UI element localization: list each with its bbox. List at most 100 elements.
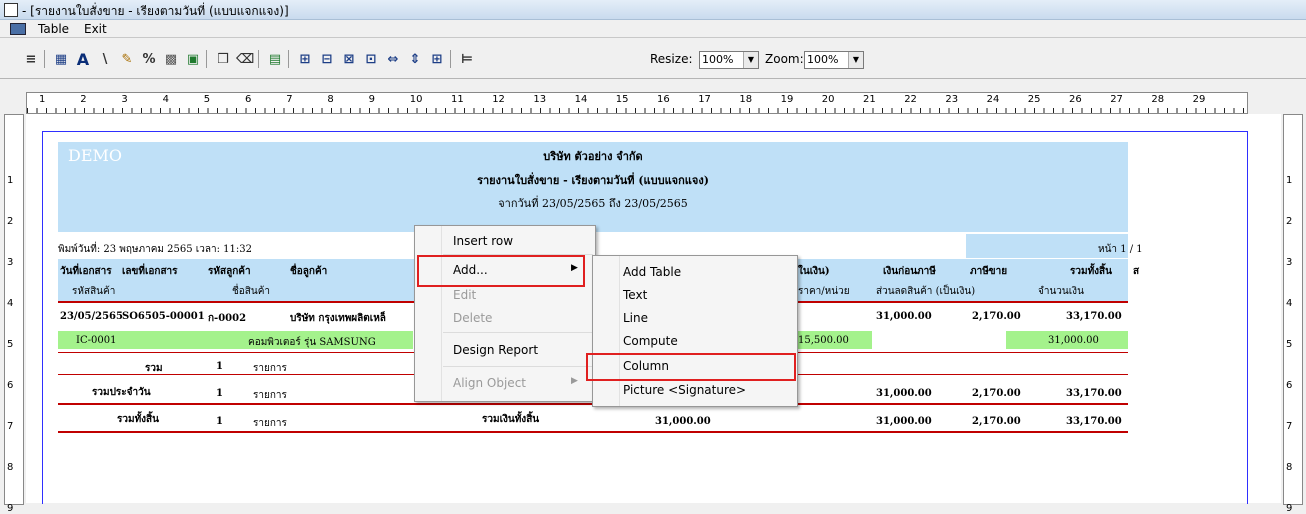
sum2-tax: 2,170.00 xyxy=(972,388,1021,399)
hdr-cust-code: รหัสลูกค้า xyxy=(208,266,251,277)
sum2-before-tax: 31,000.00 xyxy=(876,388,932,399)
sum3-total: 33,170.00 xyxy=(1066,416,1122,427)
zoom-select[interactable]: 100% ▼ xyxy=(804,51,864,69)
menu-delete[interactable]: Delete xyxy=(453,311,492,325)
sum2-label: รวมประจำวัน xyxy=(92,387,151,398)
text-icon[interactable]: A xyxy=(74,50,92,69)
ruler-number: 9 xyxy=(368,94,375,105)
menu-add-table[interactable]: Add Table xyxy=(623,265,681,279)
align-icon[interactable]: ≡ xyxy=(22,50,40,68)
ruler-number: 5 xyxy=(203,94,211,105)
ruler-number: 29 xyxy=(1192,94,1206,105)
ruler-number: 1 xyxy=(1286,175,1293,186)
ruler-number: 5 xyxy=(7,339,14,350)
table-icon[interactable]: ▦ xyxy=(52,50,70,68)
ruler-number: 6 xyxy=(7,380,14,391)
ruler-number: 18 xyxy=(739,94,753,105)
hdr-cust-name: ชื่อลูกค้า xyxy=(290,266,328,277)
sum3-tax: 2,170.00 xyxy=(972,416,1021,427)
hdr-unit-price: ราคา/หน่วย xyxy=(798,286,850,297)
pen-icon[interactable]: ✎ xyxy=(118,50,136,68)
vertical-ruler-right: 1 2 3 4 5 6 7 8 9 xyxy=(1283,114,1303,514)
menu-text[interactable]: Text xyxy=(623,288,647,302)
height-icon[interactable]: ⇕ xyxy=(406,50,424,68)
item-code: IC-0001 xyxy=(76,335,117,346)
align-left-icon[interactable]: ⊞ xyxy=(296,50,314,68)
distribute-icon[interactable]: ⊠ xyxy=(340,50,358,68)
size-icon[interactable]: ⊞ xyxy=(428,50,446,68)
menu-table[interactable]: Table xyxy=(38,22,69,36)
ruler-number: 7 xyxy=(286,94,293,105)
title-bar: - [รายงานใบสั่งขาย - เรียงตามวันที่ (แบบ… xyxy=(0,0,1306,20)
row-before-tax: 31,000.00 xyxy=(876,311,932,322)
ruler-number: 3 xyxy=(1286,257,1293,268)
ruler-number: 1 xyxy=(39,94,46,105)
menu-exit[interactable]: Exit xyxy=(84,22,107,36)
hdr-item-name: ชื่อสินค้า xyxy=(232,286,271,297)
menu-align-object[interactable]: Align Object xyxy=(453,376,526,390)
ruler-number: 3 xyxy=(7,257,14,268)
toolbar: ≡ ▦ A \ ✎ % ▩ ▣ ❒ ⌫ ▤ ⊞ ⊟ ⊠ ⊡ ⇔ ⇕ ⊞ ⊨ Re… xyxy=(0,38,1306,79)
sum3-label: รวมทั้งสิ้น xyxy=(117,414,159,425)
grand-amount: 31,000.00 xyxy=(655,416,711,427)
hdr-before-tax: เงินก่อนภาษี xyxy=(883,266,936,277)
ruler-number: 6 xyxy=(245,94,252,105)
ruler-number: 22 xyxy=(904,94,917,105)
window-menu-icon[interactable] xyxy=(10,23,26,35)
percent-icon[interactable]: % xyxy=(140,50,158,68)
page-number: หน้า 1 / 1 xyxy=(1098,244,1143,255)
sum2-unit: รายการ xyxy=(253,390,287,401)
report-header-band[interactable]: DEMO บริษัท ตัวอย่าง จำกัด รายงานใบสั่งข… xyxy=(58,142,1128,232)
app-icon xyxy=(4,3,18,17)
ruler-number: 16 xyxy=(657,94,670,105)
sum2-total: 33,170.00 xyxy=(1066,388,1122,399)
ruler-number: 12 xyxy=(492,94,505,105)
ruler-number: 23 xyxy=(945,94,959,105)
sum2-count: 1 xyxy=(216,388,223,399)
row-cust-code: ก-0002 xyxy=(208,313,247,324)
ruler-number: 26 xyxy=(1069,94,1082,105)
menu-line[interactable]: Line xyxy=(623,311,648,325)
column-highlight xyxy=(586,353,796,381)
hdr-doc-date: วันที่เอกสาร xyxy=(60,266,112,277)
item-price: 15,500.00 xyxy=(798,335,849,346)
ruler-number: 8 xyxy=(1286,462,1293,473)
chart-icon[interactable]: ▤ xyxy=(266,50,284,68)
menu-compute[interactable]: Compute xyxy=(623,334,678,348)
menu-design-report[interactable]: Design Report xyxy=(453,343,538,357)
context-menu: Insert row Add... ▶ Edit Delete Design R… xyxy=(414,225,596,402)
insert-icon[interactable]: ⊨ xyxy=(458,50,476,68)
zoom-value: 100% xyxy=(807,53,839,66)
row-doc-no: SO6505-00001 xyxy=(122,311,205,322)
sum1-count: 1 xyxy=(216,361,223,372)
copy-icon[interactable]: ❒ xyxy=(214,50,232,68)
ruler-number: 4 xyxy=(162,94,169,105)
resize-select[interactable]: 100% ▼ xyxy=(699,51,759,69)
menu-edit[interactable]: Edit xyxy=(453,288,476,302)
grid-icon[interactable]: ▩ xyxy=(162,50,180,68)
hdr-doc-no: เลขที่เอกสาร xyxy=(122,266,178,277)
item-name: คอมพิวเตอร์ รุ่น SAMSUNG xyxy=(248,337,376,348)
hdr-item-code: รหัสสินค้า xyxy=(72,286,116,297)
ruler-number: 11 xyxy=(451,94,464,105)
align-right-icon[interactable]: ⊟ xyxy=(318,50,336,68)
ruler-number: 15 xyxy=(615,94,629,105)
print-date: พิมพ์วันที่: 23 พฤษภาคม 2565 เวลา: 11:32 xyxy=(58,244,252,255)
width-icon[interactable]: ⇔ xyxy=(384,50,402,68)
image-icon[interactable]: ▣ xyxy=(184,50,202,68)
line-icon[interactable]: \ xyxy=(96,50,114,68)
menu-insert-row[interactable]: Insert row xyxy=(453,234,513,248)
row-total: 33,170.00 xyxy=(1066,311,1122,322)
spacing-icon[interactable]: ⊡ xyxy=(362,50,380,68)
hdr-discount: ส่วนลดสินค้า (เป็นเงิน) xyxy=(876,286,976,297)
eraser-icon[interactable]: ⌫ xyxy=(236,50,254,68)
ruler-number: 4 xyxy=(7,298,14,309)
date-range: จากวันที่ 23/05/2565 ถึง 23/05/2565 xyxy=(498,197,688,210)
vertical-ruler-left: 1 2 3 4 5 6 7 8 9 xyxy=(4,114,24,514)
menu-picture-signature[interactable]: Picture <Signature> xyxy=(623,383,746,397)
add-submenu: Add Table Text Line Compute Column Pictu… xyxy=(592,255,798,407)
ruler-number: 20 xyxy=(821,94,835,105)
ruler-number: 10 xyxy=(409,94,423,105)
resize-value: 100% xyxy=(702,53,734,66)
item-amount: 31,000.00 xyxy=(1048,335,1099,346)
